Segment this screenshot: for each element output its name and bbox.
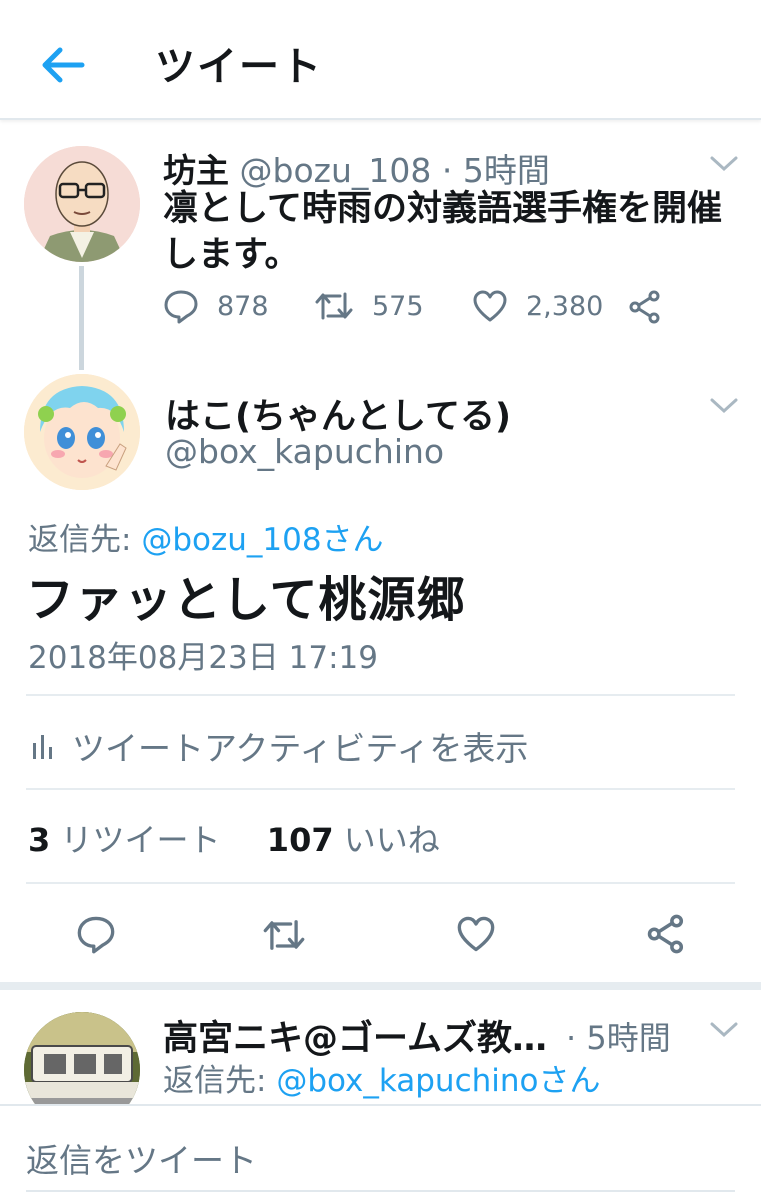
divider (26, 694, 735, 696)
share-icon (647, 914, 684, 954)
like-button[interactable] (456, 914, 496, 954)
tweet-1-menu-button[interactable] (708, 152, 740, 176)
tweet-activity-label: ツイートアクティビティを表示 (72, 729, 529, 768)
tweet-3-meta: · 5時間 (566, 1013, 671, 1059)
reply-to-link[interactable]: @box_kapuchinoさん (276, 1063, 600, 1099)
tweet-1-reply-count: 878 (217, 290, 269, 322)
main-tweet-timestamp: 2018年08月23日 17:19 (28, 640, 378, 676)
tweet-3-menu-button[interactable] (708, 1018, 740, 1042)
share-icon (629, 290, 660, 324)
main-tweet-text: ファッとして桃源郷 (26, 572, 466, 628)
tweet-1-like-button[interactable]: 2,380 (472, 288, 603, 324)
main-tweet-reply-to: 返信先: @bozu_108さん (28, 514, 384, 559)
divider (26, 788, 735, 790)
bar-chart-icon (33, 735, 52, 759)
reply-icon (164, 290, 198, 324)
tweet-1-share-button[interactable] (628, 290, 662, 324)
tweet-1-like-count: 2,380 (526, 290, 604, 322)
like-count[interactable]: 107 (267, 821, 334, 859)
section-separator (0, 982, 761, 990)
top-bar: ツイート (0, 0, 761, 120)
tweet-1-dot: · (441, 151, 453, 190)
reply-input[interactable]: 返信をツイート (26, 1134, 257, 1182)
tweet-1-header: 坊主 @bozu_108 · 5時間 (163, 144, 550, 192)
divider (26, 882, 735, 884)
reply-button[interactable] (76, 914, 116, 954)
tweet-3-author-name[interactable]: 高宮ニキ@ゴームズ教… (163, 1010, 547, 1061)
main-tweet-menu-button[interactable] (708, 394, 740, 418)
tweet-1-author-name[interactable]: 坊主 (163, 151, 229, 190)
tweet-activity-link[interactable]: ツイートアクティビティを表示 (30, 722, 528, 770)
tweet-3-reply-to: 返信先: @box_kapuchinoさん (163, 1055, 601, 1100)
chevron-down-icon (710, 398, 738, 414)
retweet-icon (315, 292, 353, 320)
reply-compose-bar: 返信をツイート (0, 1104, 761, 1202)
chevron-down-icon (710, 156, 738, 172)
avatar-bozu[interactable] (24, 146, 140, 262)
retweet-label[interactable]: リツイート (60, 821, 220, 859)
arrow-left-icon (42, 47, 85, 83)
tweet-1-text: 凛として時雨の対義語選手権を開催します。 (163, 189, 722, 275)
retweet-button[interactable] (262, 915, 306, 955)
tweet-1-reply-button[interactable]: 878 (163, 288, 269, 324)
heart-icon (473, 290, 507, 322)
reply-to-link[interactable]: @bozu_108さん (141, 522, 383, 558)
like-label[interactable]: いいね (344, 821, 440, 859)
share-button[interactable] (646, 914, 686, 954)
reply-to-label: 返信先: (28, 522, 132, 558)
main-tweet-handle[interactable]: @box_kapuchino (165, 432, 444, 471)
tweet-1-retweet-count: 575 (372, 290, 424, 322)
tweet-1-handle[interactable]: @bozu_108 (240, 151, 432, 190)
avatar-hako[interactable] (24, 374, 140, 490)
retweet-icon (263, 920, 305, 950)
tweet-1-retweet-button[interactable]: 575 (314, 288, 424, 324)
tweet-1-time: 5時間 (462, 151, 550, 190)
retweet-count[interactable]: 3 (28, 821, 50, 859)
input-underline (26, 1190, 735, 1192)
reply-to-label: 返信先: (163, 1063, 267, 1099)
tweet-3-time: 5時間 (586, 1019, 671, 1057)
reply-icon (77, 916, 115, 954)
chevron-down-icon (710, 1022, 738, 1038)
tweet-3-dot: · (566, 1019, 577, 1057)
back-button[interactable] (38, 40, 88, 90)
engagement-stats: 3 リツイート 107 いいね (28, 815, 440, 861)
thread-line (79, 266, 84, 370)
heart-icon (457, 916, 495, 952)
page-title: ツイート (155, 44, 323, 90)
